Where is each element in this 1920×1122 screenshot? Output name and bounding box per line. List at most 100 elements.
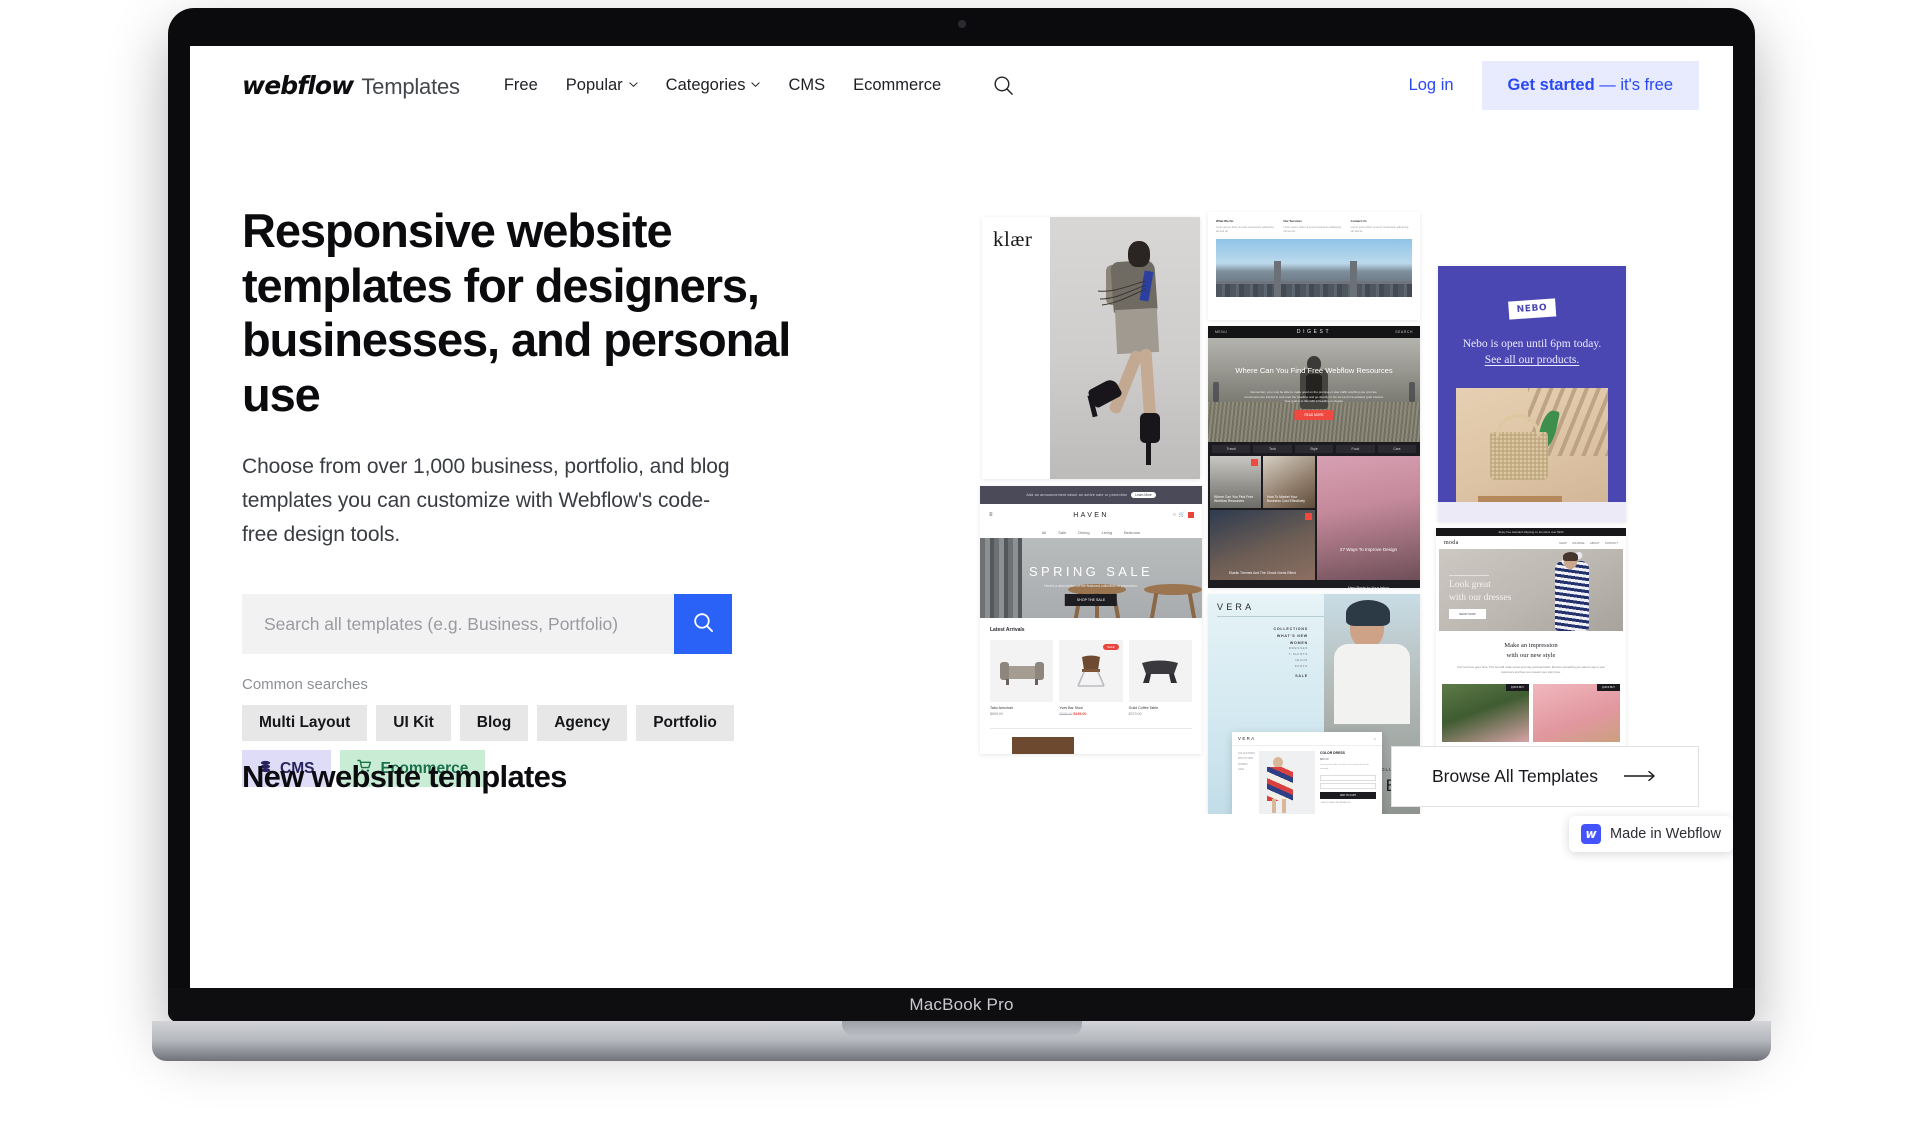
search-icon[interactable]: [993, 75, 1014, 96]
template-thumbnail-nebo[interactable]: NEBO Nebo is open until 6pm today. See a…: [1438, 266, 1626, 522]
digest-post-grid: Where Can You Find Free Webflow Resource…: [1208, 456, 1420, 588]
search-input[interactable]: [242, 594, 674, 655]
tag-multi-layout[interactable]: Multi Layout: [242, 705, 368, 742]
template-search-bar: [242, 594, 732, 655]
hero-section: Responsive website templates for designe…: [190, 124, 1733, 814]
moda-nav-item[interactable]: ABOUT: [1590, 541, 1600, 545]
haven-product-card[interactable]: Guild Coffee Table $379.00: [1128, 640, 1192, 716]
get-started-button[interactable]: Get started — it's free: [1481, 60, 1699, 110]
digest-post-title: Elastic Themes And The Chuck Norris Effe…: [1229, 571, 1296, 576]
haven-nav-item[interactable]: Bedroom: [1124, 530, 1140, 535]
login-button[interactable]: Log in: [1391, 66, 1472, 105]
nav-item-popular[interactable]: Popular: [566, 76, 638, 95]
figure-head: [1128, 241, 1150, 267]
bridge-columns: What We Do Lorem ipsum dolor sit amet co…: [1208, 212, 1420, 239]
digest-category[interactable]: Food: [1336, 445, 1375, 453]
vera-logo: VERA: [1217, 602, 1255, 612]
hamburger-icon[interactable]: ≡: [989, 512, 993, 518]
tag-label: Portfolio: [653, 714, 717, 732]
digest-hero-button[interactable]: READ MORE: [1294, 410, 1334, 420]
moda-product-card[interactable]: QUICK BUY Sunny Dotted Dress $149.00: [1533, 684, 1620, 756]
haven-nav-item[interactable]: All: [1042, 530, 1046, 535]
vera-nav-item[interactable]: WHAT'S NEW: [1220, 633, 1308, 640]
moda-hero-button[interactable]: SHOP NOW: [1449, 609, 1486, 619]
moda-nav-item[interactable]: JOURNAL: [1572, 541, 1585, 545]
digest-category[interactable]: Tech: [1253, 445, 1292, 453]
bridge-column-body: Lorem ipsum dolor sit amet consectetur a…: [1283, 226, 1341, 234]
haven-nav-item[interactable]: Living: [1102, 530, 1112, 535]
digest-post-card[interactable]: Where Can You Find Free Webflow Resource…: [1210, 456, 1261, 508]
close-icon[interactable]: ✕: [1373, 737, 1376, 741]
vera-nav-item[interactable]: PANTS: [1220, 664, 1308, 670]
digest-menu-button[interactable]: MENU: [1215, 330, 1227, 334]
nav-item-free[interactable]: Free: [504, 76, 538, 95]
nebo-headline-line2[interactable]: See all our products.: [1485, 354, 1580, 366]
template-thumbnail-haven[interactable]: Add an announcement about an active sale…: [980, 486, 1202, 754]
template-thumbnail-digest[interactable]: MENU DIGEST SEARCH Where Can You Find Fr…: [1208, 326, 1420, 588]
tag-agency[interactable]: Agency: [537, 705, 628, 742]
haven-hero-title: SPRING SALE: [1028, 564, 1154, 579]
haven-product-name: Tabo Armchair: [990, 706, 1013, 710]
carousel-next-button[interactable]: [1409, 382, 1415, 402]
arrow-right-icon: [1624, 766, 1658, 787]
moda-product-grid: QUICK BUY Beach Pale Dress $129.00 QUICK…: [1436, 675, 1626, 756]
barstool-icon: [1077, 655, 1105, 687]
made-in-webflow-badge[interactable]: w Made in Webflow: [1569, 816, 1733, 852]
tag-label: Blog: [476, 714, 512, 732]
digest-category[interactable]: Travel: [1212, 445, 1251, 453]
carousel-prev-button[interactable]: [1213, 382, 1219, 402]
digest-category[interactable]: Style: [1294, 445, 1334, 453]
template-thumbnail-bridge[interactable]: What We Do Lorem ipsum dolor sit amet co…: [1208, 212, 1420, 320]
haven-nav-item[interactable]: Dining: [1078, 530, 1089, 535]
moda-quick-buy-button[interactable]: QUICK BUY: [1596, 684, 1620, 692]
haven-hero-button[interactable]: SHOP THE SALE: [1064, 594, 1118, 606]
browse-label: Browse All Templates: [1431, 766, 1598, 786]
vera-nav-item[interactable]: COLLECTIONS: [1220, 626, 1308, 633]
haven-product-grid: Tabo Armchair $899.00 SALE Yves Bar Stoo…: [990, 640, 1192, 716]
tag-blog[interactable]: Blog: [459, 705, 529, 742]
nav-item-ecommerce[interactable]: Ecommerce: [853, 76, 941, 95]
vera-nav-item[interactable]: WOMEN: [1220, 640, 1308, 647]
digest-search-button[interactable]: SEARCH: [1395, 330, 1413, 334]
stool-top: [1144, 584, 1202, 595]
moda-nav-item[interactable]: CONTACT: [1605, 541, 1618, 545]
digest-post-card[interactable]: 27 Ways To Improve Design: [1317, 456, 1420, 580]
haven-stool: [1144, 584, 1202, 618]
moda-product-card[interactable]: QUICK BUY Beach Pale Dress $129.00: [1442, 684, 1529, 756]
nav-item-categories[interactable]: Categories: [666, 76, 761, 95]
laptop-chin: MacBook Pro: [168, 988, 1755, 1022]
hero-subtitle: Choose from over 1,000 business, portfol…: [242, 455, 730, 547]
digest-category[interactable]: Cars: [1377, 445, 1417, 453]
device-label: MacBook Pro: [909, 995, 1014, 1014]
haven-body: Latest Arrivals Tabo Armchair $899.00 SA…: [980, 618, 1202, 754]
screenshot-scene: webflow Templates Free Popular Categorie…: [0, 0, 1920, 1122]
moda-quick-buy-button[interactable]: QUICK BUY: [1505, 684, 1529, 692]
webcam-icon: [957, 20, 966, 28]
digest-hero: Where Can You Find Free Webflow Resource…: [1208, 338, 1420, 442]
vera-nav-item[interactable]: SALE: [1220, 673, 1308, 680]
tag-ui-kit[interactable]: UI Kit: [376, 705, 451, 742]
browse-all-templates-button[interactable]: Browse All Templates: [1390, 746, 1699, 807]
haven-announcement-text: Add an announcement about an active sale…: [1026, 493, 1128, 497]
tag-portfolio[interactable]: Portfolio: [636, 705, 734, 742]
digest-nav: MENU DIGEST SEARCH: [1208, 326, 1420, 338]
template-thumbnail-klaer[interactable]: klær: [982, 217, 1200, 479]
haven-product-card[interactable]: Tabo Armchair $899.00: [990, 640, 1054, 716]
nebo-footer-strip: [1438, 502, 1626, 522]
haven-announcement-bar: Add an announcement about an active sale…: [980, 486, 1202, 504]
bridge-column-body: Lorem ipsum dolor sit amet consectetur a…: [1216, 226, 1274, 234]
haven-nav-icons: ○ 🛒: [1173, 512, 1194, 518]
moda-nav-item[interactable]: SHOP: [1559, 541, 1567, 545]
haven-nav: ≡ HAVEN ○ 🛒: [980, 504, 1202, 526]
haven-nav-item[interactable]: Sale: [1058, 530, 1066, 535]
cart-icon[interactable]: 🛒: [1179, 512, 1185, 518]
nav-item-cms[interactable]: CMS: [788, 76, 825, 95]
search-submit-button[interactable]: [674, 594, 732, 655]
haven-announcement-cta[interactable]: Learn More: [1131, 492, 1156, 498]
chevron-down-icon: [751, 80, 761, 89]
digest-post-card[interactable]: How To Market Your Business Cost Effecti…: [1263, 456, 1315, 508]
haven-product-card[interactable]: SALE Yves Bar Stool $299.00 $249.00: [1059, 640, 1123, 716]
brand-logo[interactable]: webflow Templates: [242, 71, 460, 100]
digest-post-card[interactable]: Elastic Themes And The Chuck Norris Effe…: [1210, 510, 1315, 580]
search-icon[interactable]: ○: [1173, 512, 1176, 518]
